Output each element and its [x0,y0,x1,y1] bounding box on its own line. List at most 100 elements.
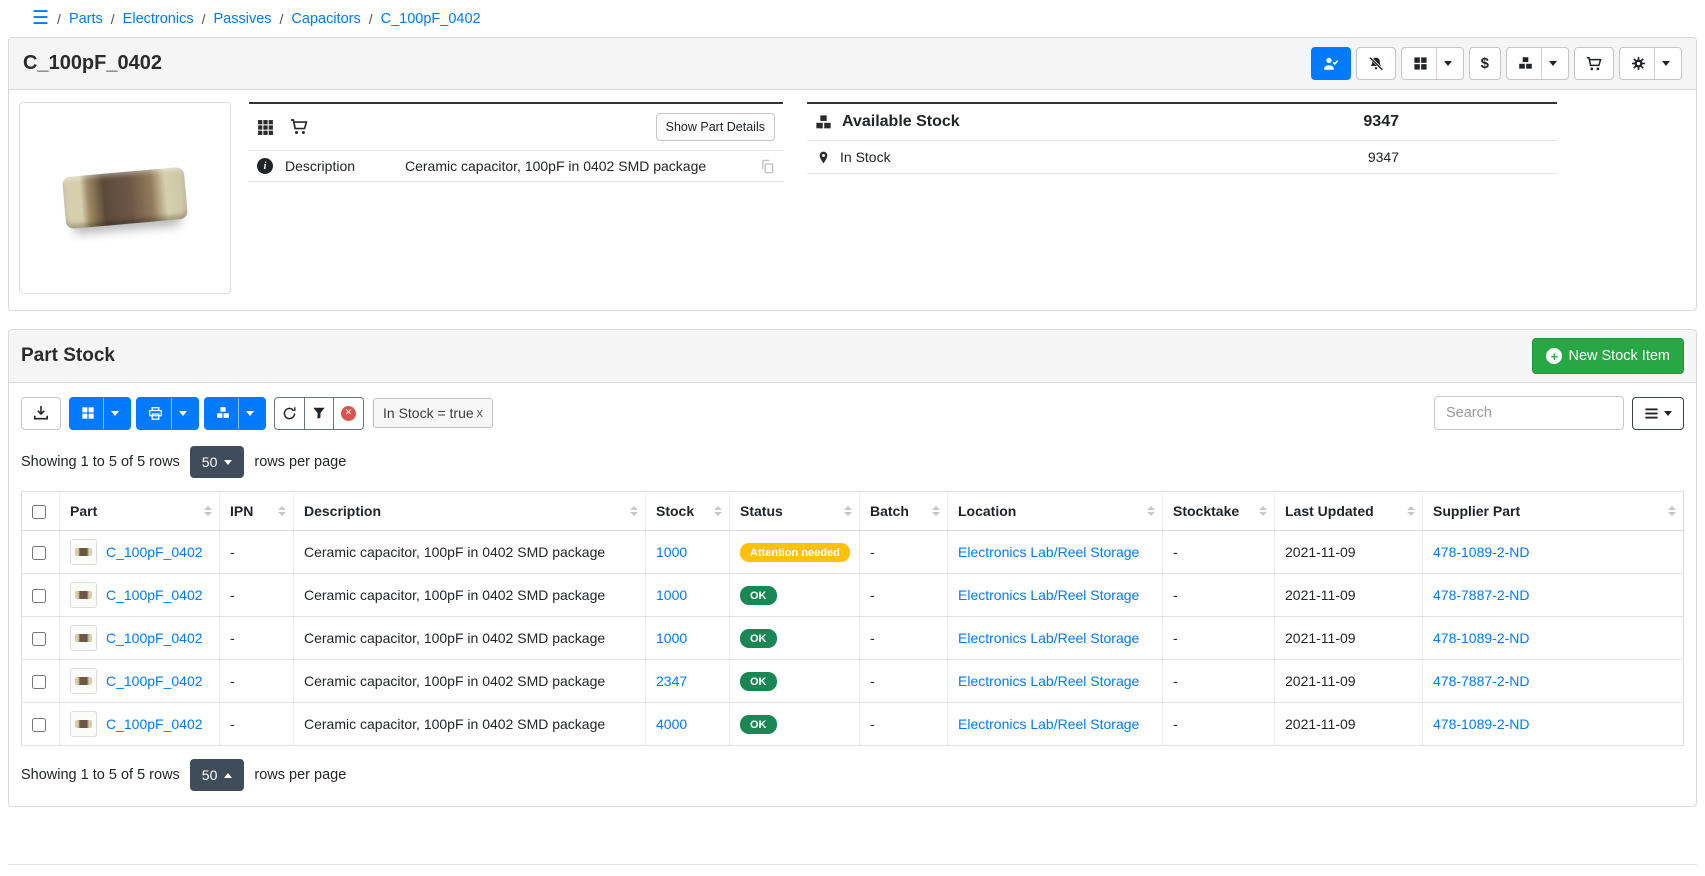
remove-filter-icon[interactable]: x [477,406,483,420]
location-link[interactable]: Electronics Lab/Reel Storage [958,544,1139,560]
row-checkbox[interactable] [32,546,46,560]
breadcrumb-link-current-part[interactable]: C_100pF_0402 [381,11,481,27]
print-dropdown[interactable] [136,397,199,430]
location-link[interactable]: Electronics Lab/Reel Storage [958,673,1139,689]
gear-icon [1631,56,1646,71]
stock-boxes-icon [815,114,832,131]
part-settings-dropdown[interactable] [1619,47,1682,80]
breadcrumb-link-capacitors[interactable]: Capacitors [291,11,360,27]
unsubscribe-button[interactable] [1356,47,1396,80]
breadcrumb-link-electronics[interactable]: Electronics [123,11,194,27]
user-check-icon [1323,56,1339,72]
menu-icon[interactable]: ☰ [32,9,49,28]
part-link[interactable]: C_100pF_0402 [106,630,203,646]
select-all-checkbox[interactable] [32,505,46,519]
column-header-stock[interactable]: Stock [646,492,730,531]
pricing-button[interactable]: $ [1469,47,1501,80]
chevron-down-icon [1662,61,1670,66]
row-checkbox[interactable] [32,675,46,689]
stock-grid-dropdown[interactable] [69,397,131,430]
part-link[interactable]: C_100pF_0402 [106,544,203,560]
search-input[interactable] [1434,396,1624,430]
barcode-actions-dropdown[interactable] [1401,47,1464,80]
column-header-last-updated[interactable]: Last Updated [1275,492,1423,531]
stock-table-toolbar: ✕ In Stock = true x [9,383,1696,438]
table-row: C_100pF_0402 - Ceramic capacitor, 100pF … [22,703,1684,746]
ipn-cell: - [220,574,294,617]
stock-link[interactable]: 1000 [656,544,687,560]
export-button[interactable] [21,397,61,430]
clear-filters-button[interactable]: ✕ [333,397,364,430]
batch-cell: - [860,617,948,660]
capacitor-photo [62,167,188,229]
list-icon [1644,406,1659,421]
part-image[interactable] [19,102,231,294]
part-link[interactable]: C_100pF_0402 [106,587,203,603]
location-link[interactable]: Electronics Lab/Reel Storage [958,587,1139,603]
stock-link[interactable]: 4000 [656,716,687,732]
refresh-button[interactable] [274,397,305,430]
column-header-location[interactable]: Location [948,492,1163,531]
filter-funnel-icon [312,406,326,420]
stock-link[interactable]: 1000 [656,630,687,646]
column-header-description[interactable]: Description [294,492,646,531]
page-size-dropdown[interactable]: 50 [190,446,245,478]
location-link[interactable]: Electronics Lab/Reel Storage [958,716,1139,732]
ipn-cell: - [220,531,294,574]
row-checkbox[interactable] [32,632,46,646]
copy-icon[interactable] [760,159,775,174]
ipn-cell: - [220,617,294,660]
stock-options-dropdown[interactable] [204,397,266,430]
stock-link[interactable]: 1000 [656,587,687,603]
column-header-stocktake[interactable]: Stocktake [1163,492,1275,531]
part-stock-title: Part Stock [21,345,115,367]
subscribe-button[interactable] [1311,47,1351,80]
chevron-down-icon [111,411,119,416]
description-cell: Ceramic capacitor, 100pF in 0402 SMD pac… [294,531,646,574]
description-value: Ceramic capacitor, 100pF in 0402 SMD pac… [405,158,748,174]
grid-icon[interactable] [257,119,274,136]
breadcrumb-link-parts[interactable]: Parts [69,11,103,27]
location-link[interactable]: Electronics Lab/Reel Storage [958,630,1139,646]
last-updated-cell: 2021-11-09 [1275,574,1423,617]
table-view-dropdown[interactable] [1632,397,1684,430]
supplier-part-link[interactable]: 478-1089-2-ND [1433,544,1530,560]
filter-button[interactable] [304,397,334,430]
available-stock-card: Available Stock 9347 In Stock 9347 [807,102,1557,174]
batch-cell: - [860,574,948,617]
show-part-details-button[interactable]: Show Part Details [656,113,775,141]
in-stock-row: In Stock 9347 [807,141,1557,174]
column-header-supplier-part[interactable]: Supplier Part [1423,492,1684,531]
description-label: Description [285,158,393,174]
supplier-part-link[interactable]: 478-7887-2-ND [1433,673,1530,689]
breadcrumb-link-passives[interactable]: Passives [213,11,271,27]
order-part-button[interactable] [1574,47,1614,80]
cart-icon[interactable] [290,118,308,136]
page-size-dropdown[interactable]: 50 [190,759,245,791]
sort-icon [630,506,638,516]
showing-rows-text: Showing 1 to 5 of 5 rows [21,767,180,783]
stock-boxes-icon [1518,56,1533,71]
supplier-part-link[interactable]: 478-1089-2-ND [1433,630,1530,646]
stock-actions-dropdown[interactable] [1506,47,1569,80]
sort-icon [932,506,940,516]
part-link[interactable]: C_100pF_0402 [106,673,203,689]
column-header-ipn[interactable]: IPN [220,492,294,531]
part-panel: C_100pF_0402 $ [8,37,1697,311]
column-header-part[interactable]: Part [60,492,220,531]
part-link[interactable]: C_100pF_0402 [106,716,203,732]
chevron-down-icon [1664,411,1672,416]
column-header-batch[interactable]: Batch [860,492,948,531]
stock-link[interactable]: 2347 [656,673,687,689]
row-checkbox[interactable] [32,589,46,603]
supplier-part-link[interactable]: 478-7887-2-ND [1433,587,1530,603]
new-stock-item-button[interactable]: + New Stock Item [1532,338,1684,374]
column-header-status[interactable]: Status [730,492,860,531]
supplier-part-link[interactable]: 478-1089-2-ND [1433,716,1530,732]
batch-cell: - [860,531,948,574]
row-checkbox[interactable] [32,718,46,732]
page-size-value: 50 [202,454,218,470]
ipn-cell: - [220,660,294,703]
breadcrumb-separator: / [202,11,206,27]
status-badge: Attention needed [740,543,850,562]
